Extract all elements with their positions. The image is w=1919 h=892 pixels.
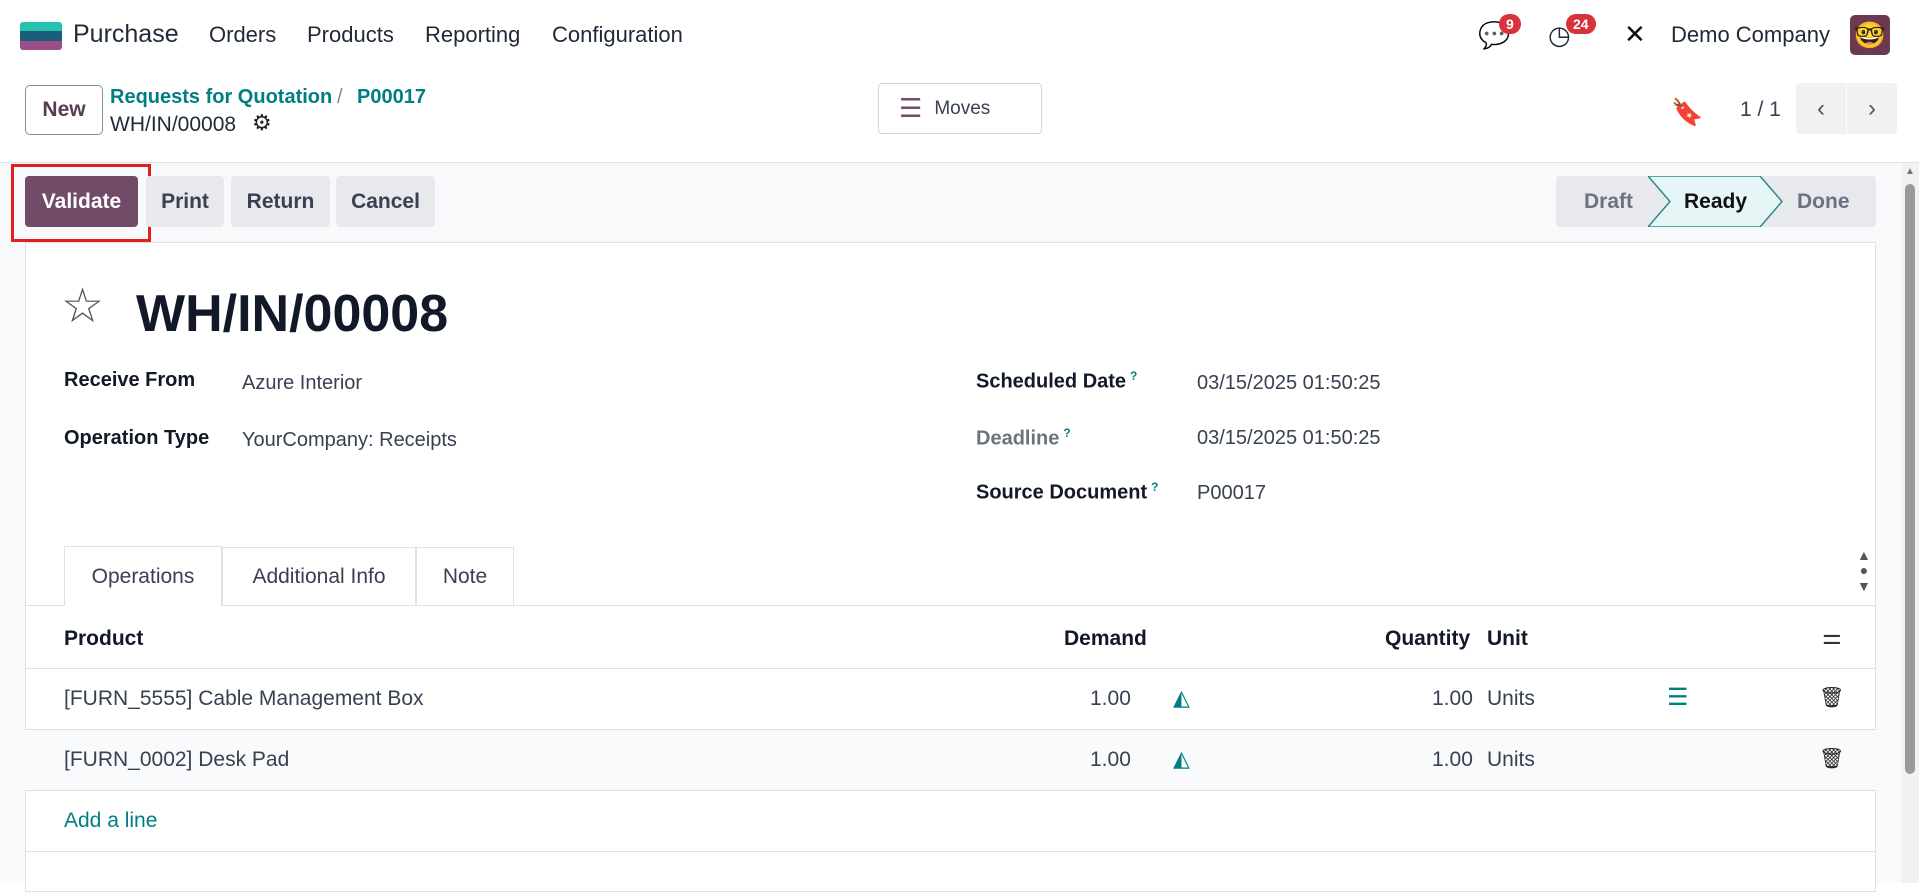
- detailed-operations-list-icon[interactable]: ☰: [1667, 683, 1689, 712]
- quantity-cell[interactable]: 1.00: [1432, 687, 1473, 711]
- source-document-label-text: Source Document: [976, 481, 1148, 504]
- table-bottom-border: [25, 851, 1876, 852]
- breadcrumb-separator: /: [337, 86, 343, 108]
- scheduled-date-field[interactable]: 03/15/2025 01:50:25: [1197, 372, 1381, 395]
- scrollbar-thumb[interactable]: [1905, 184, 1915, 774]
- deadline-label: Deadline?: [976, 426, 1071, 451]
- help-icon[interactable]: ?: [1063, 426, 1070, 440]
- breadcrumb-rfq[interactable]: Requests for Quotation: [110, 86, 332, 109]
- menu-products[interactable]: Products: [307, 22, 394, 48]
- print-button[interactable]: Print: [146, 176, 224, 227]
- menu-orders[interactable]: Orders: [209, 22, 276, 48]
- return-button[interactable]: Return: [231, 176, 330, 227]
- moves-label: Moves: [934, 97, 991, 119]
- product-cell[interactable]: [FURN_0002] Desk Pad: [64, 748, 289, 772]
- current-record: WH/IN/00008: [110, 113, 237, 136]
- user-avatar[interactable]: 🤓: [1850, 15, 1890, 55]
- trash-icon[interactable]: 🗑: [1819, 685, 1844, 710]
- unit-cell: Units: [1487, 748, 1535, 771]
- deadline-label-text: Deadline: [976, 427, 1060, 450]
- cancel-button[interactable]: Cancel: [336, 176, 435, 227]
- demand-cell: 1.00: [1090, 748, 1131, 771]
- source-document-label: Source Document?: [976, 480, 1159, 505]
- pager-next-button[interactable]: ›: [1847, 83, 1897, 134]
- tabs-divider: [25, 605, 1876, 606]
- table-row[interactable]: [FURN_5555] Cable Management Box 1.00 ◭ …: [25, 668, 1876, 729]
- menu-configuration[interactable]: Configuration: [552, 22, 683, 48]
- purchase-app-logo-icon[interactable]: [20, 22, 62, 50]
- list-icon: ☰: [899, 93, 923, 123]
- status-bar: Draft Ready Done: [1556, 176, 1876, 227]
- validate-button[interactable]: Validate: [25, 176, 138, 227]
- trash-icon[interactable]: 🗑: [1819, 746, 1844, 771]
- company-switcher[interactable]: Demo Company: [1671, 22, 1830, 48]
- column-unit[interactable]: Unit: [1487, 627, 1528, 651]
- quantity-cell[interactable]: 1.00: [1432, 748, 1473, 772]
- receive-from-label: Receive From: [64, 369, 196, 391]
- add-line-row: Add a line: [25, 790, 1876, 851]
- activities-badge: 24: [1566, 14, 1596, 34]
- unit-cell: Units: [1487, 687, 1535, 710]
- app-name[interactable]: Purchase: [73, 20, 179, 49]
- tab-note[interactable]: Note: [416, 547, 514, 605]
- scrollbar[interactable]: ▲: [1902, 163, 1919, 883]
- scheduled-date-label-text: Scheduled Date: [976, 370, 1127, 393]
- receive-from-field[interactable]: Azure Interior: [242, 372, 362, 395]
- forecast-chart-icon[interactable]: ◭: [1173, 746, 1190, 772]
- source-document-field[interactable]: P00017: [1197, 482, 1266, 505]
- menu-reporting[interactable]: Reporting: [425, 22, 520, 48]
- column-quantity[interactable]: Quantity: [1385, 627, 1470, 651]
- product-cell[interactable]: [FURN_5555] Cable Management Box: [64, 687, 424, 711]
- add-line-link[interactable]: Add a line: [64, 809, 157, 833]
- forecast-chart-icon[interactable]: ◭: [1173, 685, 1190, 711]
- column-product[interactable]: Product: [64, 627, 143, 651]
- resize-handle-icon[interactable]: ▲ ● ▼: [1857, 547, 1871, 594]
- help-icon[interactable]: ?: [1130, 369, 1137, 383]
- operation-type-label: Operation Type: [64, 427, 210, 449]
- pager-value[interactable]: 1 / 1: [1740, 98, 1781, 122]
- debug-tools-icon[interactable]: ✕: [1624, 19, 1646, 50]
- status-ready[interactable]: Ready: [1684, 190, 1747, 214]
- deadline-field: 03/15/2025 01:50:25: [1197, 427, 1381, 449]
- column-demand[interactable]: Demand: [1064, 627, 1147, 651]
- tab-additional-info[interactable]: Additional Info: [222, 547, 416, 605]
- status-done[interactable]: Done: [1797, 190, 1850, 214]
- record-title: WH/IN/00008: [136, 285, 449, 343]
- bookmark-icon[interactable]: 🔖: [1671, 97, 1703, 128]
- help-icon[interactable]: ?: [1151, 480, 1158, 494]
- new-button[interactable]: New: [25, 85, 103, 135]
- table-row[interactable]: [FURN_0002] Desk Pad 1.00 ◭ 1.00 Units 🗑: [25, 729, 1876, 790]
- scroll-up-arrow-icon[interactable]: ▲: [1905, 166, 1915, 177]
- operation-type-field[interactable]: YourCompany: Receipts: [242, 429, 457, 452]
- pager-previous-button[interactable]: ‹: [1796, 83, 1846, 134]
- gear-icon[interactable]: ⚙: [252, 110, 272, 136]
- status-draft[interactable]: Draft: [1584, 190, 1633, 214]
- demand-cell: 1.00: [1090, 687, 1131, 710]
- tab-operations[interactable]: Operations: [64, 546, 222, 606]
- messages-badge: 9: [1499, 14, 1521, 34]
- optional-columns-icon[interactable]: ⚌: [1822, 624, 1842, 650]
- moves-smart-button[interactable]: ☰ Moves: [878, 83, 1042, 134]
- scheduled-date-label: Scheduled Date?: [976, 369, 1137, 394]
- star-favorite-icon[interactable]: ☆: [61, 283, 104, 331]
- breadcrumb-po[interactable]: P00017: [357, 86, 426, 109]
- top-navbar: Purchase Orders Products Reporting Confi…: [0, 0, 1919, 72]
